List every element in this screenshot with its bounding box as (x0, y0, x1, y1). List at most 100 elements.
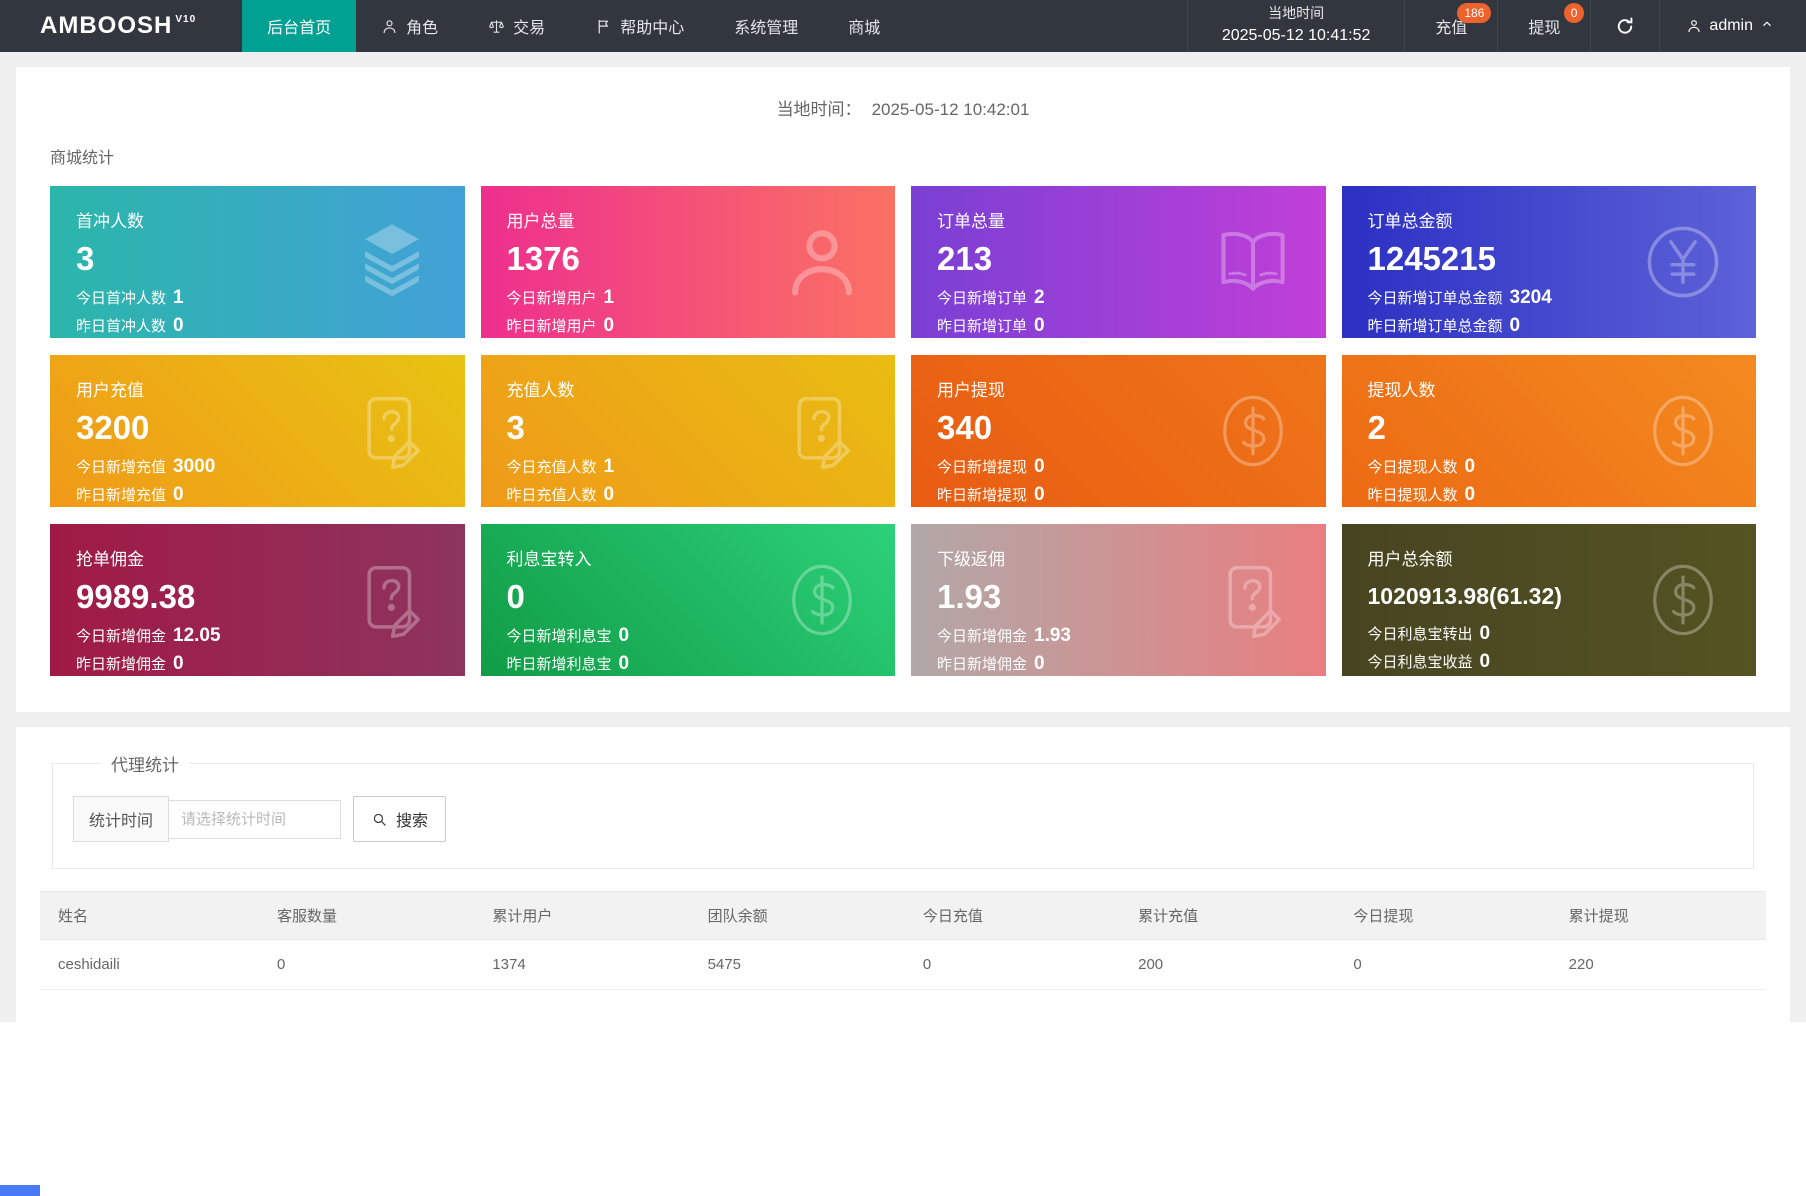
nav-item-trade[interactable]: 交易 (463, 0, 570, 52)
nav-item-system[interactable]: 系统管理 (709, 0, 823, 52)
card-subline-label: 今日利息宝转出 (1367, 626, 1473, 643)
stat-card-10: 下级返佣 1.93 今日新增佣金 1.93 昨日新增佣金 0 (911, 524, 1326, 676)
bottom-left-blue-bar (0, 1185, 40, 1196)
card-subline-value: 3204 (1509, 287, 1552, 308)
table-cell: ceshidaili (40, 939, 260, 990)
layers-icon (349, 219, 435, 305)
nav-item-roles[interactable]: 角色 (356, 0, 463, 52)
card-subline: 昨日新增佣金 0 (76, 653, 439, 675)
card-subline-label: 今日提现人数 (1367, 459, 1458, 476)
dollar-icon (1640, 388, 1726, 474)
card-subline-value: 2 (1034, 287, 1045, 308)
card-subline-value: 0 (1464, 484, 1476, 505)
user-icon (381, 18, 398, 35)
stat-card-2: 订单总量 213 今日新增订单 2 昨日新增订单 0 (911, 186, 1326, 338)
top-navbar: AMBOOSH V10 后台首页 角色 交易 帮助中心 系统管理 商城 当地时间 2025… (0, 0, 1806, 52)
card-subline-value: 0 (173, 653, 184, 674)
table-header: 累计提现 (1550, 891, 1766, 940)
stat-card-1: 用户总量 1376 今日新增用户 1 昨日新增用户 0 (480, 186, 895, 338)
card-subline-label: 昨日新增订单 (937, 318, 1028, 335)
table-header: 姓名 (40, 891, 260, 940)
card-subline-value: 0 (173, 484, 184, 505)
user-menu[interactable]: admin (1659, 0, 1806, 52)
withdraw-nav-item[interactable]: 0 提现 (1497, 0, 1590, 52)
card-subline: 今日利息宝收益 0 (1368, 651, 1731, 673)
card-subline: 昨日新增利息宝 0 (507, 653, 870, 675)
app-logo: AMBOOSH V10 (0, 0, 242, 52)
table-cell: 220 (1550, 939, 1766, 990)
agent-fieldset: 代理统计 统计时间 搜索 (52, 751, 1754, 869)
card-subline-value: 0 (603, 315, 615, 336)
stats-section-title: 商城统计 (50, 150, 115, 167)
card-subline-label: 今日新增利息宝 (506, 628, 612, 645)
stat-time-input[interactable] (169, 799, 342, 839)
card-subline-label: 今日新增佣金 (937, 628, 1028, 645)
table-header: 累计充值 (1120, 891, 1336, 940)
stat-card-3: 订单总金额 1245215 今日新增订单总金额 3204 昨日新增订单总金额 0 (1341, 186, 1756, 338)
card-subline-label: 昨日新增订单总金额 (1367, 318, 1503, 335)
doc-edit-icon (349, 388, 435, 474)
nav-item-label: 帮助中心 (620, 20, 685, 37)
dollar-icon (779, 557, 865, 643)
search-button[interactable]: 搜索 (353, 796, 447, 842)
card-subline-label: 昨日新增充值 (76, 487, 167, 504)
stats-cards-grid: 首冲人数 3 今日首冲人数 1 昨日首冲人数 0 用户总量 1376 今日新增用户 1 昨日新增用户… (50, 186, 1756, 676)
flag-icon (595, 18, 612, 35)
book-icon (1210, 219, 1296, 305)
card-subline-value: 0 (1034, 315, 1045, 336)
main-nav: 后台首页 角色 交易 帮助中心 系统管理 商城 (242, 0, 905, 52)
stat-card-8: 抢单佣金 9989.38 今日新增佣金 12.05 昨日新增佣金 0 (50, 524, 465, 676)
local-time-label: 当地时间 (1268, 4, 1325, 21)
table-cell: 0 (1335, 939, 1551, 990)
nav-item-mall[interactable]: 商城 (823, 0, 905, 52)
nav-item-home[interactable]: 后台首页 (242, 0, 357, 52)
yen-icon (1640, 219, 1726, 305)
nav-item-label: 角色 (406, 20, 439, 37)
stat-card-9: 利息宝转入 0 今日新增利息宝 0 昨日新增利息宝 0 (480, 524, 895, 676)
stats-panel: 当地时间： 2025-05-12 10:42:01 商城统计 首冲人数 3 今日首冲人… (16, 67, 1790, 712)
local-time-value: 2025-05-12 10:41:52 (1221, 27, 1371, 45)
agent-table: 姓名 客服数量 累计用户 团队余额 今日充值 累计充值 今日提现 累计提现 ceshidail… (40, 891, 1766, 990)
table-header: 今日提现 (1335, 891, 1551, 940)
table-cell: 1374 (474, 939, 690, 990)
card-subline-label: 今日新增订单 (937, 290, 1028, 307)
card-subline-label: 昨日新增佣金 (937, 656, 1028, 673)
card-subline: 昨日提现人数 0 (1368, 484, 1731, 506)
card-subline-value: 1.93 (1034, 625, 1071, 646)
card-subline-value: 0 (1509, 315, 1521, 336)
card-subline: 昨日新增提现 0 (937, 484, 1300, 506)
table-header: 客服数量 (259, 891, 475, 940)
stat-time-label: 统计时间 (73, 796, 170, 842)
card-subline-value: 12.05 (173, 625, 221, 646)
nav-item-help[interactable]: 帮助中心 (570, 0, 709, 52)
app-logo-text: AMBOOSH (40, 12, 173, 39)
search-icon (371, 811, 388, 828)
doc-edit-icon (779, 388, 865, 474)
card-subline-label: 今日充值人数 (506, 459, 597, 476)
table-header: 今日充值 (904, 891, 1121, 940)
table-cell: 5475 (689, 939, 905, 990)
search-button-label: 搜索 (396, 813, 429, 830)
content-area: 当地时间： 2025-05-12 10:42:01 商城统计 首冲人数 3 今日首冲人… (0, 52, 1806, 1022)
table-cell: 0 (904, 939, 1121, 990)
refresh-icon (1615, 16, 1635, 36)
card-subline-value: 0 (1034, 484, 1045, 505)
stat-card-7: 提现人数 2 今日提现人数 0 昨日提现人数 0 (1341, 355, 1756, 507)
card-subline: 昨日新增佣金 0 (937, 653, 1300, 675)
table-header: 累计用户 (474, 891, 690, 940)
recharge-nav-item[interactable]: 186 充值 (1404, 0, 1497, 52)
main-time-label: 当地时间： (776, 100, 862, 119)
agent-legend: 代理统计 (111, 756, 179, 775)
card-subline-label: 昨日新增佣金 (76, 656, 167, 673)
card-subline-value: 3000 (173, 456, 216, 477)
card-subline-label: 今日新增提现 (937, 459, 1028, 476)
card-subline-label: 今日利息宝收益 (1367, 654, 1473, 671)
nav-item-label: 商城 (848, 20, 881, 37)
table-cell: 200 (1120, 939, 1336, 990)
app-logo-version: V10 (175, 13, 197, 25)
main-time-value: 2025-05-12 10:42:01 (871, 100, 1030, 119)
agent-panel: 代理统计 统计时间 搜索 姓名客服数量累计用户团队余额今日充值累计充值今日提现累… (16, 727, 1790, 1022)
card-subline-value: 0 (618, 625, 630, 646)
refresh-button[interactable] (1590, 0, 1659, 52)
card-subline-value: 0 (618, 653, 630, 674)
